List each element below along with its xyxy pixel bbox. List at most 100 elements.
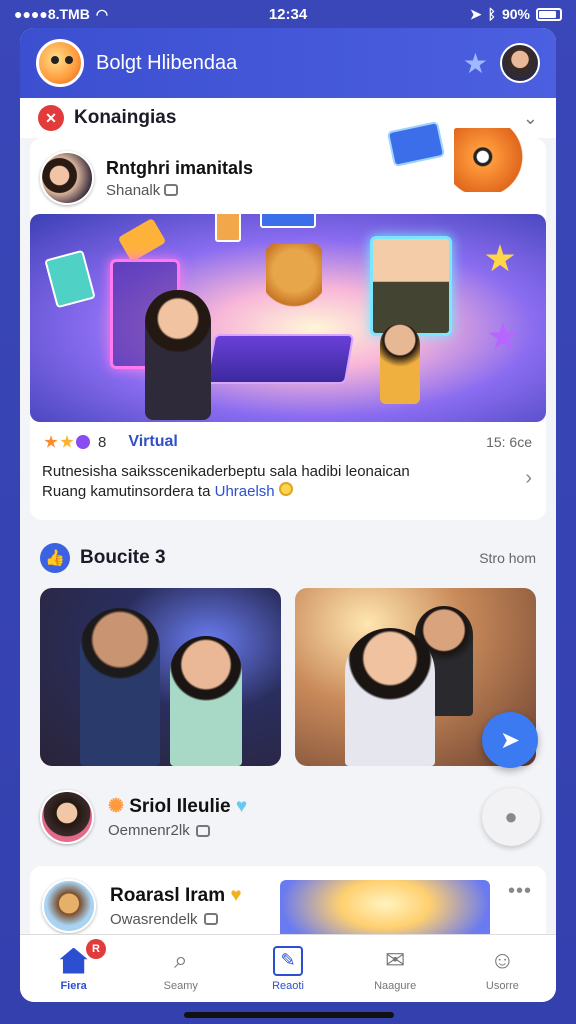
inbox-icon: ✉: [385, 947, 406, 974]
camera-icon: [164, 184, 179, 196]
camera-icon: [195, 824, 210, 837]
gem-badge-icon: [76, 435, 90, 449]
coin-icon: [278, 482, 293, 496]
tab-label: Fiera: [60, 979, 87, 992]
app-title: Bolgt Hlibendaa: [96, 51, 238, 74]
star-icon[interactable]: ★: [463, 47, 488, 80]
section-title: Konaingias: [74, 107, 177, 128]
post3-title-row: Roarasl Iram ♥: [110, 885, 242, 907]
section-title-2: Boucite 3: [80, 547, 166, 568]
category-icon: ✕: [38, 105, 64, 131]
floating-card-decoration: [215, 214, 241, 242]
story-info: ✺ Sriol Ileulie ♥ Oemnenr2lk: [108, 795, 247, 839]
chevron-down-icon[interactable]: ⌄: [523, 108, 538, 129]
story-title: Sriol Ileulie: [129, 796, 231, 817]
bottom-tab-bar: Fiera R ⌕ Seamy ✎ Reaoti ✉ Naagure ☺ Uso…: [20, 934, 556, 1002]
story-sub: Oemnenr2lk: [108, 822, 190, 839]
tab-search[interactable]: ⌕ Seamy: [127, 935, 234, 1002]
post-text[interactable]: Rutnesisha saiksscenikaderbeptu sala had…: [30, 462, 546, 502]
girl-figure: [145, 290, 211, 420]
author-handle-row: Shanalk: [106, 182, 253, 199]
chevron-right-icon[interactable]: ›: [525, 468, 532, 488]
post3-info: Roarasl Iram ♥ Owasrendelk: [110, 885, 242, 928]
girl-figure: [170, 636, 242, 766]
photo-row: ➤: [20, 588, 556, 768]
carrier-label: ●●●●8.TMB: [14, 6, 90, 22]
featured-post[interactable]: Rntghri imanitals Shanalk 8 Virtual 15: …: [30, 120, 546, 520]
floating-gem-decoration: [117, 217, 167, 263]
tab-label: Reaoti: [272, 979, 304, 992]
story-sub-row: Oemnenr2lk: [108, 822, 247, 839]
edit-icon: ✎: [273, 945, 303, 976]
tab-compose[interactable]: ✎ Reaoti: [234, 935, 341, 1002]
app-logo[interactable]: [36, 39, 84, 87]
author-name[interactable]: Rntghri imanitals: [106, 158, 253, 179]
post-text-line-2: Ruang kamutinsordera ta Uhraelsh: [42, 482, 506, 502]
heart-icon: ♥: [235, 796, 248, 817]
tab-label: Usorre: [485, 979, 519, 992]
man-figure: [80, 608, 160, 766]
status-bar: ●●●●8.TMB ◠ 12:34 ➤ ᛒ 90%: [0, 0, 576, 28]
story-avatar[interactable]: [40, 790, 94, 844]
post-avatar[interactable]: [42, 879, 96, 933]
location-icon: ➤: [469, 5, 482, 22]
post-link[interactable]: Uhraelsh: [215, 483, 275, 500]
post-tag[interactable]: Virtual: [128, 433, 478, 451]
app-header: Bolgt Hlibendaa ★: [20, 28, 556, 98]
feed[interactable]: ✕ Konaingias ⌄ Rntghri imanitals Shanalk: [20, 98, 556, 934]
mascot-fish-decoration: [454, 128, 526, 192]
thumbs-up-icon: 👍: [40, 543, 70, 573]
kid-figure: [380, 324, 420, 404]
post-illustration: [280, 880, 490, 934]
status-right: ➤ ᛒ 90%: [470, 6, 562, 23]
post-text-line: Ruang kamutinsordera ta: [42, 483, 211, 500]
user-icon: ☺: [490, 946, 515, 974]
battery-percent: 90%: [501, 6, 530, 22]
post-hero-image[interactable]: [30, 214, 546, 422]
profile-avatar[interactable]: [500, 43, 540, 83]
fox-mascot: [266, 244, 322, 334]
star-decoration: [488, 322, 518, 350]
more-options-icon[interactable]: •••: [508, 880, 532, 903]
game-board: [205, 334, 355, 384]
status-left: ●●●●8.TMB ◠: [14, 6, 108, 23]
reaction-badges[interactable]: [44, 435, 90, 449]
post3-sub: Owasrendelk: [110, 910, 198, 928]
see-more-link[interactable]: Stro hom: [479, 550, 536, 566]
star-badge-icon: [44, 435, 58, 448]
tab-label: Naagure: [374, 979, 417, 992]
post-preview[interactable]: Roarasl Iram ♥ Owasrendelk •••: [30, 866, 546, 934]
author-info: Rntghri imanitals Shanalk: [106, 158, 253, 199]
floating-card-decoration: [44, 249, 96, 309]
post3-sub-row: Owasrendelk: [110, 911, 242, 928]
share-fab[interactable]: ➤: [482, 712, 538, 768]
notification-badge: R: [86, 939, 106, 959]
tab-profile[interactable]: ☺ Usorre: [449, 935, 556, 1002]
post-time: 15: 6ce: [486, 434, 532, 450]
author-handle: Shanalk: [106, 181, 161, 199]
bluetooth-icon: ᛒ: [487, 6, 496, 22]
chat-fab[interactable]: ●: [482, 788, 540, 846]
post3-title: Roarasl Iram: [110, 884, 226, 906]
home-icon: [59, 946, 89, 976]
tab-messages[interactable]: ✉ Naagure: [342, 935, 449, 1002]
wifi-icon: ◠: [95, 5, 109, 22]
home-indicator[interactable]: [184, 1012, 394, 1018]
reaction-count: 8: [98, 433, 107, 451]
photo-card[interactable]: [40, 588, 281, 766]
tab-home[interactable]: Fiera R: [20, 935, 127, 1002]
star-badge-icon: [60, 435, 74, 448]
story-row[interactable]: ✺ Sriol Ileulie ♥ Oemnenr2lk ●: [20, 780, 556, 854]
sparkle-icon: ✺: [108, 796, 124, 817]
heart-icon: ♥: [230, 884, 242, 906]
author-avatar[interactable]: [40, 151, 94, 205]
star-decoration: [485, 244, 515, 272]
girl-figure: [345, 628, 435, 766]
battery-icon: [536, 7, 562, 21]
tab-label: Seamy: [163, 979, 198, 992]
section-header-2: 👍 Boucite 3 Stro hom: [20, 528, 556, 588]
hologram-panel-right: [370, 236, 452, 336]
camera-icon: [203, 913, 218, 925]
floating-card-decoration: [260, 214, 316, 228]
post-meta: 8 Virtual 15: 6ce: [30, 422, 546, 462]
